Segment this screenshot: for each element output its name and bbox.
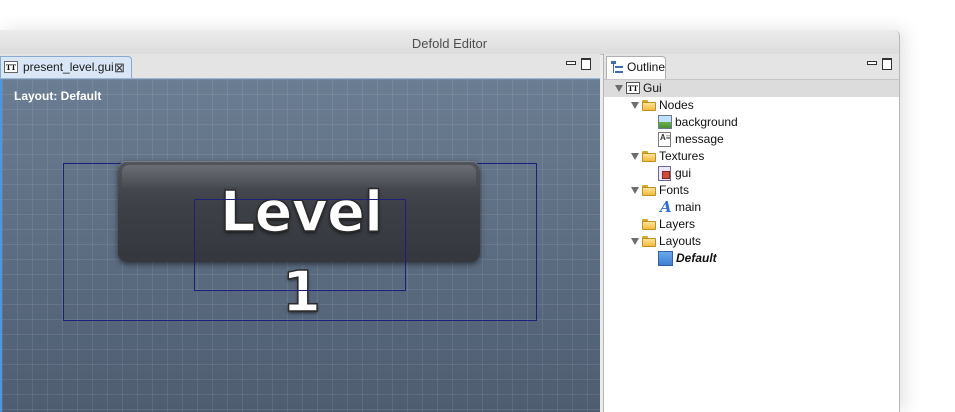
text-node-icon: A≡: [658, 132, 671, 147]
tree-item-textures[interactable]: Textures: [604, 148, 899, 165]
tab-outline[interactable]: Outline: [606, 56, 666, 79]
scene-canvas[interactable]: Layout: Default Level 1: [0, 79, 600, 412]
layout-icon: [658, 251, 673, 266]
tree-item-label: Layers: [659, 217, 696, 231]
editor-pane-controls: [565, 58, 597, 72]
tree-item-label: background: [675, 115, 738, 129]
folder-icon: [642, 185, 656, 196]
tree-item-nodes[interactable]: Nodes: [604, 97, 899, 114]
tree-item-main-font[interactable]: A main: [604, 198, 899, 216]
gui-icon: TT: [626, 82, 640, 94]
outline-tab-label: Outline: [627, 60, 666, 74]
minimize-icon[interactable]: [866, 58, 877, 68]
close-tab-icon[interactable]: ⊠: [114, 57, 125, 78]
tree-item-fonts[interactable]: Fonts: [604, 182, 899, 199]
expand-triangle-icon[interactable]: [631, 102, 639, 109]
tree-item-label: gui: [675, 166, 692, 180]
tab-label: present_level.gui: [23, 60, 114, 74]
tree-item-layers[interactable]: Layers: [604, 216, 899, 233]
outline-icon: [611, 61, 623, 74]
tree-item-background[interactable]: background: [604, 114, 899, 131]
maximize-icon[interactable]: [882, 58, 892, 70]
tree-item-gui-root[interactable]: TT Gui: [604, 80, 899, 97]
expand-triangle-icon[interactable]: [631, 187, 639, 194]
tree-item-label: Textures: [659, 149, 705, 163]
editor-window: Defold Editor TT present_level.gui ⊠ Lay…: [0, 30, 900, 412]
font-icon: A: [660, 198, 672, 216]
outline-tab-bar: Outline: [604, 54, 899, 80]
folder-icon: [642, 100, 656, 111]
editor-pane: TT present_level.gui ⊠ Layout: Default L…: [0, 54, 600, 412]
tree-item-label: Gui: [643, 81, 662, 95]
tab-present-level-gui[interactable]: TT present_level.gui ⊠: [0, 56, 132, 78]
tree-item-label: Layouts: [659, 234, 702, 248]
window-title: Defold Editor: [0, 30, 899, 55]
expand-triangle-icon[interactable]: [615, 85, 623, 92]
layout-label: Layout: Default: [14, 89, 102, 103]
tree-item-label: Fonts: [659, 183, 690, 197]
folder-icon: [642, 219, 656, 230]
folder-icon: [642, 151, 656, 162]
expand-triangle-icon[interactable]: [631, 238, 639, 245]
outline-pane-controls: [866, 58, 898, 72]
editor-tab-bar: TT present_level.gui ⊠: [0, 54, 600, 79]
tree-item-message[interactable]: A≡ message: [604, 131, 899, 148]
outline-pane: Outline TT Gui Nodes background A≡ messa…: [603, 54, 899, 412]
texture-icon: [658, 166, 671, 181]
minimize-icon[interactable]: [565, 58, 576, 68]
message-node-bounds[interactable]: [194, 199, 406, 291]
tree-item-label: Nodes: [659, 98, 694, 112]
folder-icon: [642, 236, 656, 247]
tree-item-default-layout[interactable]: Default: [604, 250, 899, 267]
tree-item-label: message: [675, 132, 724, 146]
maximize-icon[interactable]: [581, 58, 591, 70]
tree-item-gui-texture[interactable]: gui: [604, 165, 899, 182]
expand-triangle-icon[interactable]: [631, 153, 639, 160]
gui-file-icon: TT: [4, 61, 18, 73]
tree-item-label: main: [675, 200, 702, 214]
tree-item-layouts[interactable]: Layouts: [604, 233, 899, 250]
tree-item-label: Default: [676, 251, 717, 265]
box-node-icon: [658, 115, 672, 129]
